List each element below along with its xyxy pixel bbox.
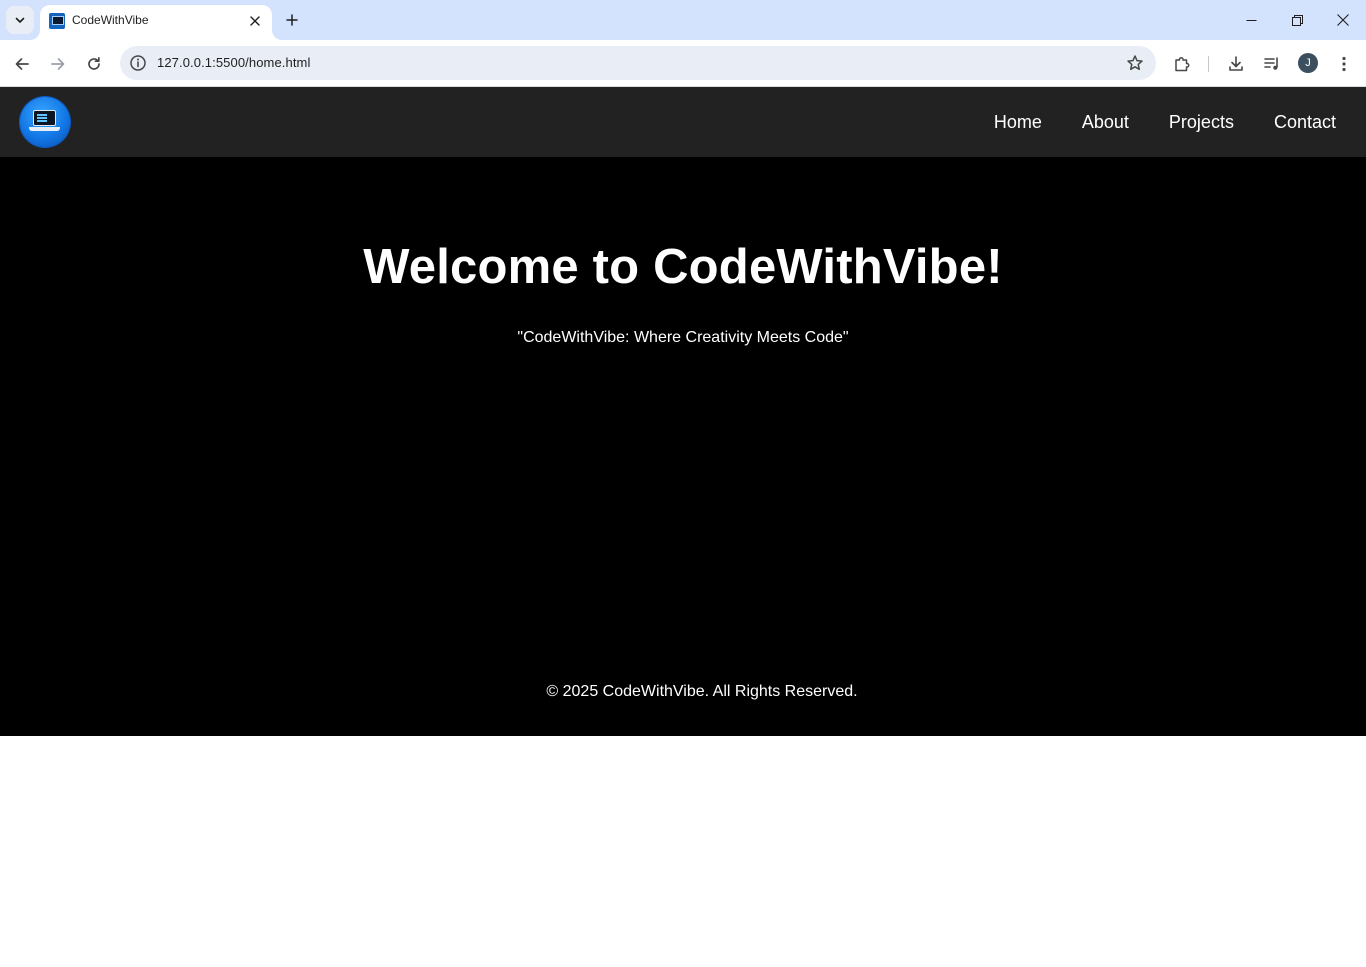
downloads-button[interactable] bbox=[1222, 50, 1250, 78]
laptop-base bbox=[29, 127, 60, 131]
tab-title: CodeWithVibe bbox=[72, 13, 149, 27]
star-icon[interactable] bbox=[1126, 54, 1144, 72]
toolbar-separator bbox=[1208, 56, 1209, 72]
browser-tab[interactable]: CodeWithVibe bbox=[40, 5, 272, 40]
media-controls-button[interactable] bbox=[1258, 50, 1286, 78]
reload-button[interactable] bbox=[80, 50, 108, 78]
site-info-icon[interactable] bbox=[129, 54, 147, 72]
hero-section: Welcome to CodeWithVibe! "CodeWithVibe: … bbox=[0, 157, 1366, 736]
footer-copyright: © 2025 CodeWithVibe. All Rights Reserved… bbox=[546, 683, 858, 700]
profile-avatar[interactable]: J bbox=[1298, 53, 1318, 73]
restore-icon bbox=[1291, 14, 1303, 26]
laptop-icon bbox=[33, 110, 56, 126]
new-tab-button[interactable] bbox=[281, 8, 303, 32]
back-button[interactable] bbox=[8, 50, 36, 78]
media-controls-icon bbox=[1264, 57, 1278, 70]
nav-home[interactable]: Home bbox=[994, 112, 1042, 133]
download-icon bbox=[1229, 56, 1243, 71]
nav-projects[interactable]: Projects bbox=[1169, 112, 1234, 133]
site-logo[interactable] bbox=[20, 97, 70, 147]
minimize-button[interactable] bbox=[1228, 0, 1274, 40]
main-nav: Home About Projects Contact bbox=[954, 87, 1336, 157]
tab-strip: CodeWithVibe bbox=[0, 0, 1366, 40]
address-bar[interactable]: 127.0.0.1:5500/home.html bbox=[120, 46, 1156, 80]
window-close-button[interactable] bbox=[1320, 0, 1366, 40]
url-text[interactable]: 127.0.0.1:5500/home.html bbox=[157, 55, 310, 70]
web-page: Home About Projects Contact Welcome to C… bbox=[0, 87, 1366, 967]
reload-icon bbox=[88, 56, 100, 70]
plus-icon bbox=[286, 14, 298, 26]
favicon-icon bbox=[49, 13, 65, 29]
restore-button[interactable] bbox=[1274, 0, 1320, 40]
browser-toolbar: 127.0.0.1:5500/home.html J bbox=[0, 40, 1366, 87]
nav-contact[interactable]: Contact bbox=[1274, 112, 1336, 133]
nav-about[interactable]: About bbox=[1082, 112, 1129, 133]
close-icon bbox=[250, 16, 260, 26]
close-icon bbox=[1337, 14, 1349, 26]
forward-icon bbox=[51, 58, 65, 70]
back-icon bbox=[15, 58, 29, 70]
minimize-icon bbox=[1246, 19, 1256, 21]
hero-tagline: "CodeWithVibe: Where Creativity Meets Co… bbox=[517, 329, 849, 346]
chevron-down-icon bbox=[15, 17, 25, 23]
site-header: Home About Projects Contact bbox=[0, 87, 1366, 157]
forward-button[interactable] bbox=[44, 50, 72, 78]
browser-menu-button[interactable] bbox=[1330, 50, 1358, 78]
extensions-button[interactable] bbox=[1168, 50, 1196, 78]
tab-close-button[interactable] bbox=[246, 12, 264, 30]
hero-title: Welcome to CodeWithVibe! bbox=[363, 240, 1003, 294]
extensions-icon bbox=[1175, 57, 1190, 72]
more-vert-icon bbox=[1342, 56, 1346, 72]
